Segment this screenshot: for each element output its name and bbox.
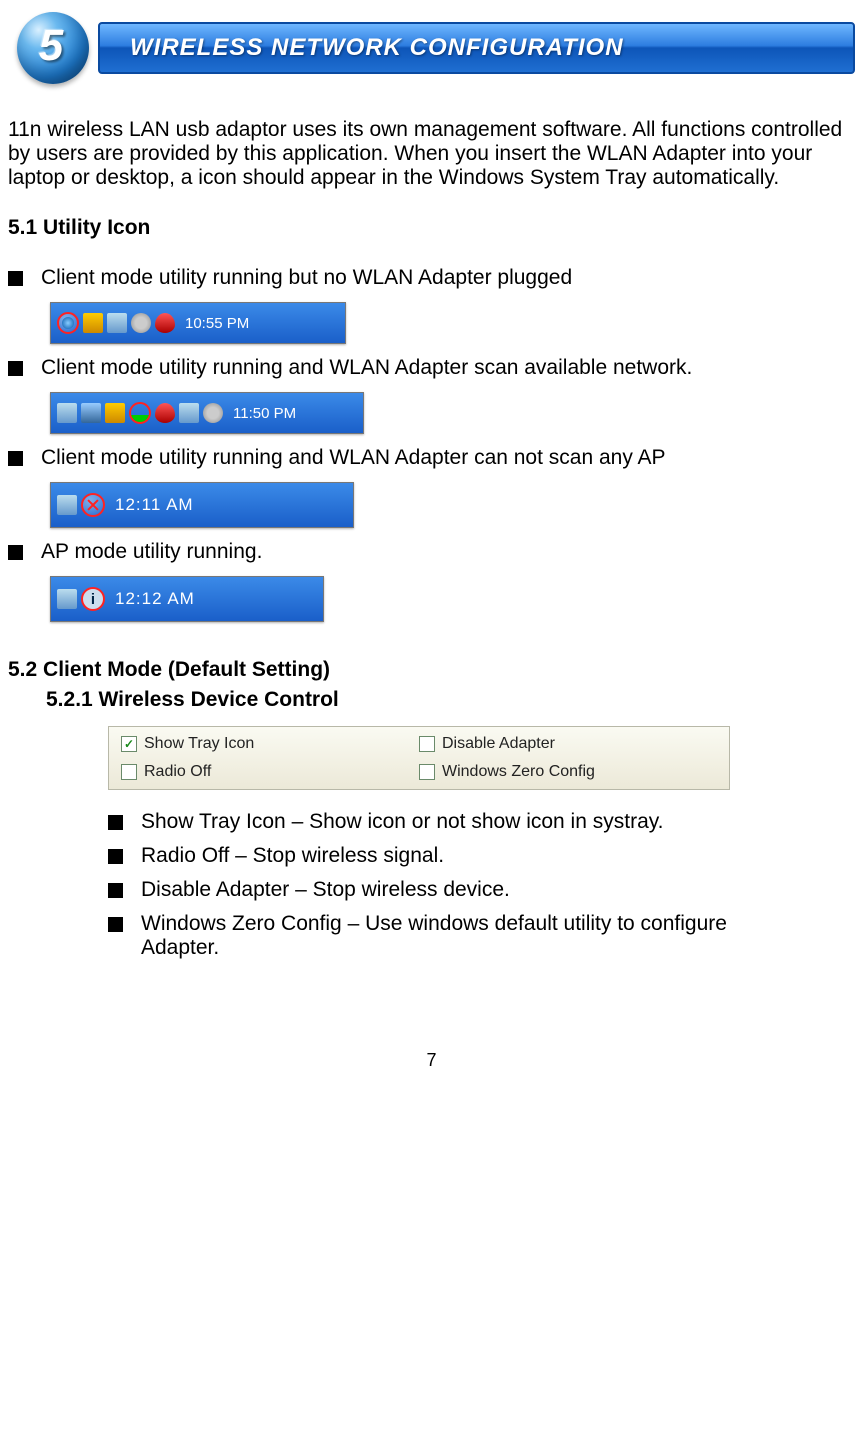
- chapter-title: WIRELESS NETWORK CONFIGURATION: [130, 34, 624, 62]
- net-icon: [81, 403, 101, 423]
- monitor-icon: [57, 589, 77, 609]
- utility-icon-item: Client mode utility running and WLAN Ada…: [8, 356, 855, 380]
- bullet-icon: [108, 883, 123, 898]
- tray-clock: 10:55 PM: [185, 315, 249, 332]
- checkbox-box[interactable]: [419, 764, 435, 780]
- utility-icon-text: Client mode utility running and WLAN Ada…: [41, 446, 666, 470]
- monitor-icon: [57, 403, 77, 423]
- shield-icon: [155, 313, 175, 333]
- checkbox-box[interactable]: [121, 764, 137, 780]
- wlan-disabled-icon: [57, 312, 79, 334]
- description-text: Radio Off – Stop wireless signal.: [141, 844, 444, 868]
- bullet-icon: [108, 917, 123, 932]
- utility-icon-text: Client mode utility running and WLAN Ada…: [41, 356, 692, 380]
- chapter-number-badge: 5: [8, 8, 98, 88]
- wlan-signal-icon: [129, 402, 151, 424]
- monitor-icon: [57, 495, 77, 515]
- monitor-icon: [107, 313, 127, 333]
- bullet-icon: [108, 849, 123, 864]
- checkbox-radio-off[interactable]: Radio Off: [121, 763, 419, 781]
- section-5-1-heading: 5.1 Utility Icon: [8, 216, 855, 240]
- checkbox-label: Disable Adapter: [442, 735, 555, 753]
- checkbox-label: Radio Off: [144, 763, 211, 781]
- checkbox-box[interactable]: ✓: [121, 736, 137, 752]
- description-text: Disable Adapter – Stop wireless device.: [141, 878, 510, 902]
- bullet-icon: [8, 545, 23, 560]
- device-control-panel: ✓ Show Tray Icon Disable Adapter Radio O…: [108, 726, 730, 790]
- description-item: Radio Off – Stop wireless signal.: [108, 844, 855, 868]
- tray-screenshot-4: i 12:12 AM: [50, 576, 324, 622]
- description-item: Show Tray Icon – Show icon or not show i…: [108, 810, 855, 834]
- checkbox-disable-adapter[interactable]: Disable Adapter: [419, 735, 717, 753]
- ap-mode-icon: i: [81, 587, 105, 611]
- tray-screenshot-2: 11:50 PM: [50, 392, 364, 434]
- tray-clock: 11:50 PM: [233, 405, 296, 422]
- intro-paragraph: 11n wireless LAN usb adaptor uses its ow…: [8, 118, 855, 190]
- description-text: Windows Zero Config – Use windows defaul…: [141, 912, 781, 960]
- bullet-icon: [8, 451, 23, 466]
- bullet-icon: [8, 271, 23, 286]
- monitor-icon: [179, 403, 199, 423]
- tray-screenshot-3: 12:11 AM: [50, 482, 354, 528]
- chapter-header: 5 WIRELESS NETWORK CONFIGURATION: [8, 8, 855, 88]
- section-5-2-1-heading: 5.2.1 Wireless Device Control: [46, 688, 855, 712]
- volume-icon: [131, 313, 151, 333]
- bullet-icon: [8, 361, 23, 376]
- chapter-number: 5: [39, 21, 63, 71]
- description-item: Disable Adapter – Stop wireless device.: [108, 878, 855, 902]
- wlan-noscan-icon: [81, 493, 105, 517]
- utility-icon-text: AP mode utility running.: [41, 540, 262, 564]
- utility-icon-item: Client mode utility running but no WLAN …: [8, 266, 855, 290]
- description-text: Show Tray Icon – Show icon or not show i…: [141, 810, 664, 834]
- shield-icon: [155, 403, 175, 423]
- key-icon: [105, 403, 125, 423]
- checkbox-show-tray[interactable]: ✓ Show Tray Icon: [121, 735, 419, 753]
- bullet-icon: [108, 815, 123, 830]
- utility-icon-item: Client mode utility running and WLAN Ada…: [8, 446, 855, 470]
- tray-clock: 12:12 AM: [115, 589, 195, 609]
- checkbox-label: Windows Zero Config: [442, 763, 595, 781]
- tray-clock: 12:11 AM: [115, 495, 194, 515]
- checkbox-windows-zero[interactable]: Windows Zero Config: [419, 763, 717, 781]
- utility-icon-item: AP mode utility running.: [8, 540, 855, 564]
- page-number: 7: [8, 1050, 855, 1071]
- tray-screenshot-1: 10:55 PM: [50, 302, 346, 344]
- key-icon: [83, 313, 103, 333]
- checkbox-box[interactable]: [419, 736, 435, 752]
- description-item: Windows Zero Config – Use windows defaul…: [108, 912, 855, 960]
- utility-icon-text: Client mode utility running but no WLAN …: [41, 266, 572, 290]
- checkbox-label: Show Tray Icon: [144, 735, 254, 753]
- section-5-2-heading: 5.2 Client Mode (Default Setting): [8, 658, 855, 682]
- chapter-title-bar: WIRELESS NETWORK CONFIGURATION: [98, 22, 855, 74]
- volume-icon: [203, 403, 223, 423]
